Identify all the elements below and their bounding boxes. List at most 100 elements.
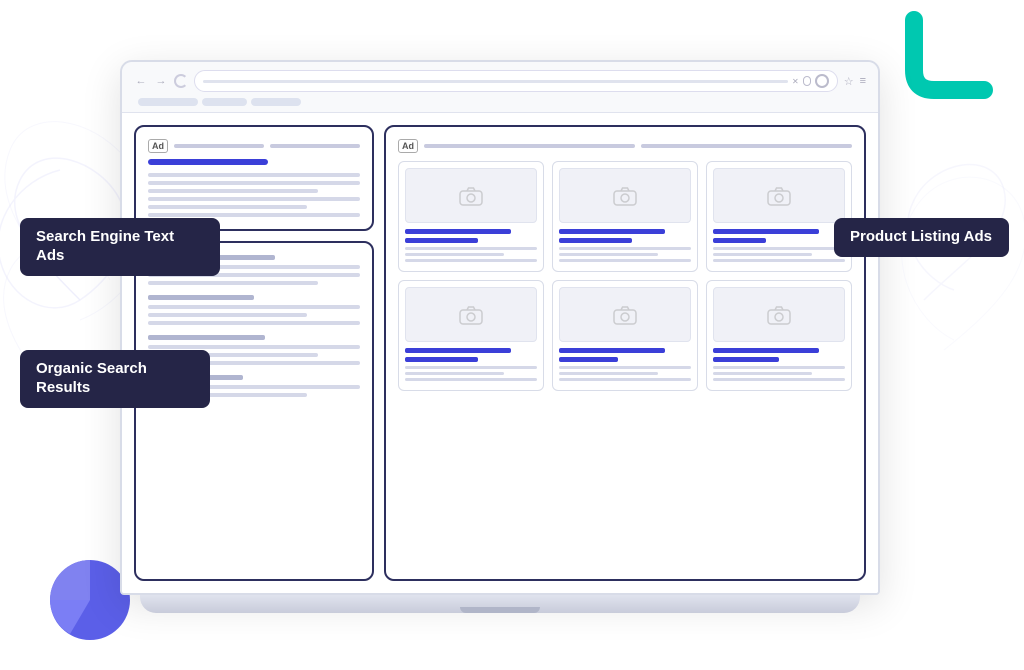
blue-pie-decoration [30,540,130,640]
ad-badge-1: Ad [148,139,168,153]
product-image-4 [405,287,537,342]
address-bar[interactable]: ✕ [194,70,838,92]
product-image-6 [713,287,845,342]
ad-line-5 [148,205,307,209]
org-line-4 [148,305,360,309]
product-text-6a [713,366,845,369]
product-card-1 [398,161,544,272]
product-card-4 [398,280,544,391]
product-image-5 [559,287,691,342]
product-image-2 [559,168,691,223]
browser-content: Ad [122,113,878,593]
organic-lines-2 [148,305,360,325]
laptop-mockup: ← → ✕ ☆ ≡ [120,60,880,613]
ad-blue-bar [148,159,268,165]
tab-pill-2[interactable] [202,98,247,106]
browser-chrome: ← → ✕ ☆ ≡ [122,62,878,113]
product-text-3a [713,247,845,250]
forward-arrow-icon[interactable]: → [154,74,168,88]
product-text-3c [713,259,845,262]
product-card-3 [706,161,852,272]
product-text-1c [405,259,537,262]
product-text-6b [713,372,812,375]
product-bar-5b [559,357,618,362]
org-line-3 [148,281,318,285]
product-ad-label-row: Ad [398,139,852,153]
laptop-screen: ← → ✕ ☆ ≡ [120,60,880,595]
product-grid [398,161,852,391]
product-text-1b [405,253,504,256]
product-bar-2 [559,229,665,234]
right-panel: Ad [384,125,866,581]
back-arrow-icon[interactable]: ← [134,74,148,88]
organic-group-2 [148,295,360,325]
product-bar-1 [405,229,511,234]
search-icon [815,74,829,88]
product-bar-4b [405,357,478,362]
product-bar-1b [405,238,478,243]
product-bar-2b [559,238,632,243]
product-text-4c [405,378,537,381]
product-text-6c [713,378,845,381]
product-image-3 [713,168,845,223]
ad-title-line-2 [270,144,360,148]
product-card-5 [552,280,698,391]
text-ads-panel: Ad [134,125,374,231]
product-text-3b [713,253,812,256]
camera-icon-1 [459,186,483,206]
camera-icon-6 [767,305,791,325]
ad-line-4 [148,197,360,201]
org-line-5 [148,313,307,317]
ad-label-row: Ad [148,139,360,153]
ad-text-lines [148,173,360,217]
product-image-1 [405,168,537,223]
product-text-2a [559,247,691,250]
teal-hook-decoration [904,10,994,100]
product-bar-5 [559,348,665,353]
ad-badge-2: Ad [398,139,418,153]
product-card-6 [706,280,852,391]
product-bar-6 [713,348,819,353]
bookmark-icon[interactable]: ☆ [844,75,854,88]
product-text-5a [559,366,691,369]
product-card-2 [552,161,698,272]
org-line-6 [148,321,360,325]
organic-title-2 [148,295,254,300]
product-bar-4 [405,348,511,353]
product-text-4a [405,366,537,369]
camera-icon-4 [459,305,483,325]
browser-tabs [134,98,866,106]
product-text-1a [405,247,537,250]
ad-line-1 [148,173,360,177]
product-bar-3b [713,238,766,243]
ad-line-3 [148,189,318,193]
product-text-2c [559,259,691,262]
search-engine-text-ads-label: Search Engine Text Ads [20,218,220,276]
product-bar-3 [713,229,819,234]
camera-icon-5 [613,305,637,325]
product-listing-ads-label: Product Listing Ads [834,218,1009,257]
org-line-7 [148,345,360,349]
camera-icon-2 [613,186,637,206]
mic-icon [803,76,811,86]
tab-pill-3[interactable] [251,98,301,106]
product-ad-title-line-2 [641,144,852,148]
browser-nav-row: ← → ✕ ☆ ≡ [134,70,866,92]
tab-pill-1[interactable] [138,98,198,106]
product-text-2b [559,253,658,256]
menu-icon[interactable]: ≡ [860,75,866,87]
camera-icon-3 [767,186,791,206]
laptop-base [140,595,860,613]
organic-title-3 [148,335,265,340]
ad-line-2 [148,181,360,185]
product-listing-panel: Ad [384,125,866,581]
url-line [203,80,788,83]
ad-line-6 [148,213,360,217]
product-text-5b [559,372,658,375]
product-text-5c [559,378,691,381]
product-ad-title-line [424,144,635,148]
product-text-4b [405,372,504,375]
organic-panel [134,241,374,581]
refresh-icon[interactable] [174,74,188,88]
product-bar-6b [713,357,779,362]
